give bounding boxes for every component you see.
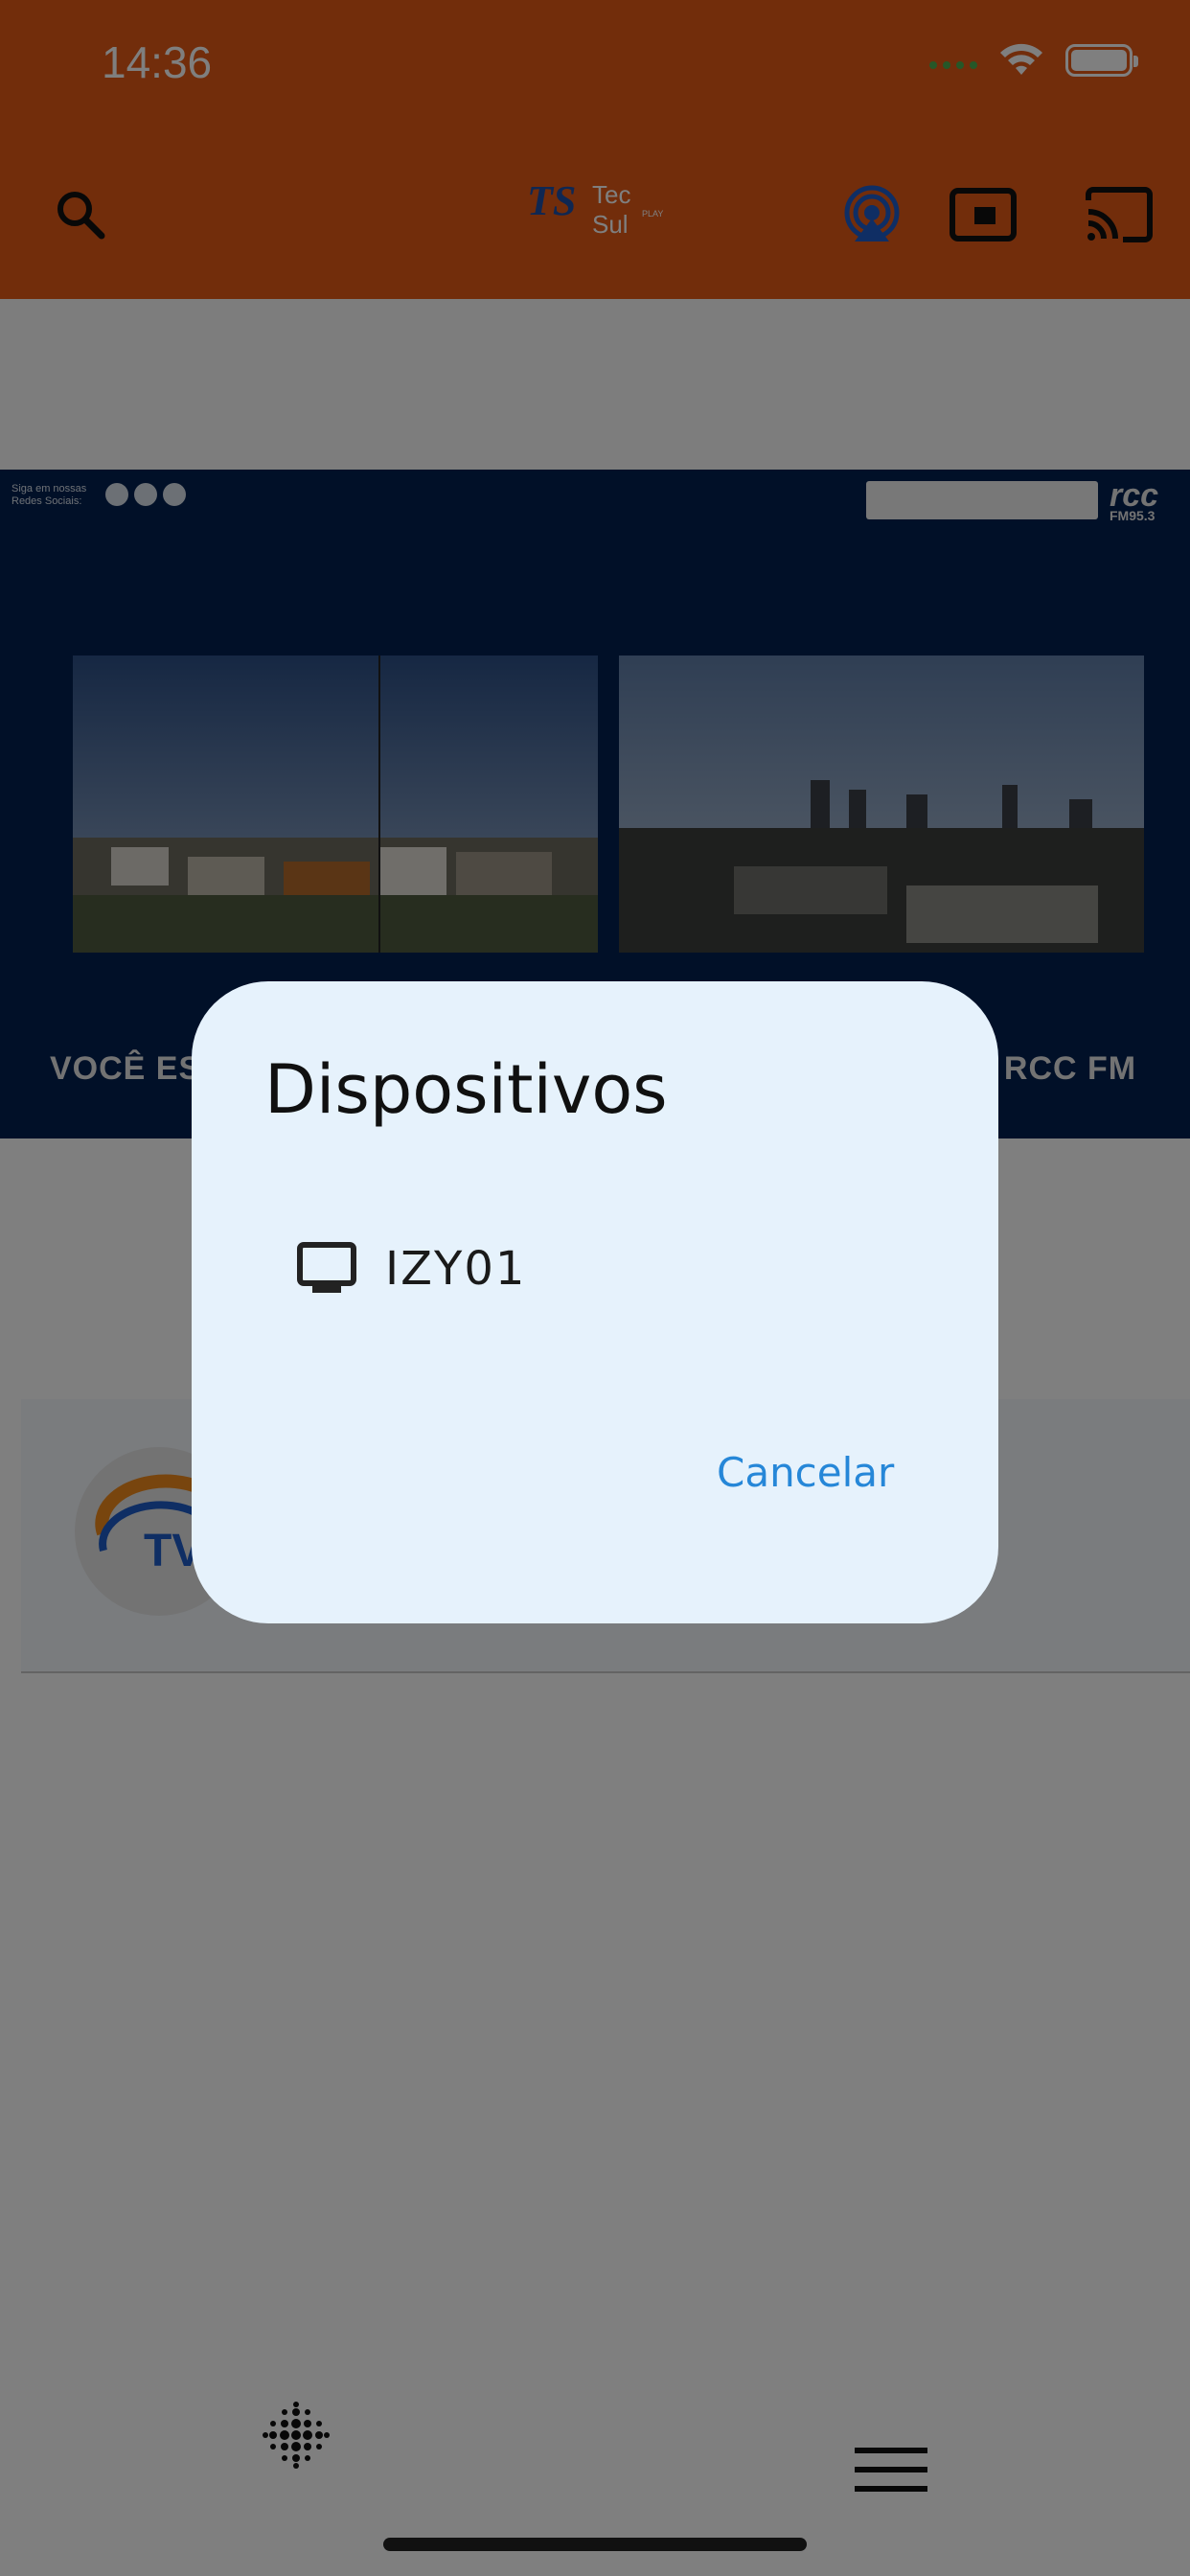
tv-icon [297,1242,356,1293]
device-list-item[interactable]: IZY01 [297,1230,526,1307]
device-name: IZY01 [385,1242,527,1296]
cast-devices-dialog: Dispositivos IZY01 Cancelar [192,981,998,1623]
home-indicator[interactable] [383,2538,807,2551]
cancel-button[interactable]: Cancelar [717,1449,894,1496]
dialog-title: Dispositivos [264,1050,668,1129]
